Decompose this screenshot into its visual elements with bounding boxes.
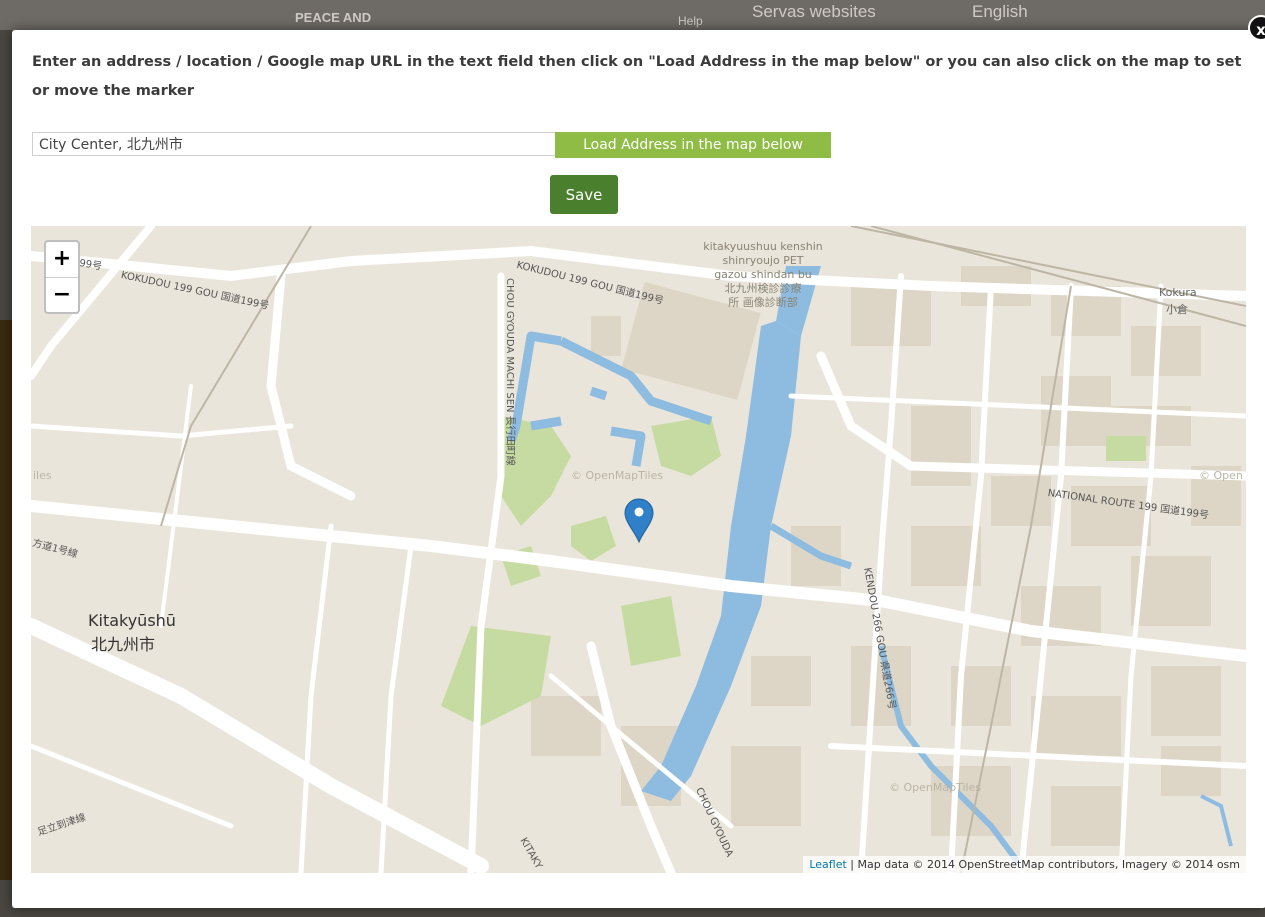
kokura-label-en: Kokura <box>1159 286 1197 299</box>
kokura-label-ja: 小倉 <box>1166 303 1188 316</box>
poi-line: shinryoujo PET <box>722 254 804 267</box>
address-input[interactable] <box>32 132 562 156</box>
watermark-label: © OpenMapTiles <box>889 781 982 794</box>
map-tiles <box>31 226 1246 873</box>
load-address-button[interactable]: Load Address in the map below <box>555 132 831 158</box>
zoom-control: + − <box>44 240 80 314</box>
background-header: PEACE AND Help Servas websites English <box>0 0 1265 30</box>
attribution-text: | Map data © 2014 OpenStreetMap contribu… <box>846 858 1240 871</box>
city-label-ja: 北九州市 <box>91 635 156 654</box>
map-view[interactable]: Kitakyūshū 北九州市 Kokura 小倉 kitakyuushuu k… <box>31 226 1246 873</box>
map-attribution: Leaflet | Map data © 2014 OpenStreetMap … <box>803 856 1246 873</box>
location-marker <box>624 498 654 544</box>
zoom-in-button[interactable]: + <box>46 242 78 278</box>
bg-header-item: English <box>972 2 1028 21</box>
poi-line: gazou shindan bu <box>714 268 812 281</box>
bg-header-item: PEACE AND <box>295 10 372 25</box>
poi-label: kitakyuushuu kenshin shinryoujo PET gazo… <box>693 240 833 310</box>
road-label: CHOU GYOUDA MACHI SEN 長行田町線 <box>504 278 515 466</box>
leaflet-link[interactable]: Leaflet <box>809 858 846 871</box>
close-icon[interactable]: x <box>1248 15 1265 41</box>
watermark-label: iles <box>33 469 52 482</box>
watermark-label: © Open <box>1199 469 1243 482</box>
poi-line: 所 画像診断部 <box>728 296 798 309</box>
city-label-en: Kitakyūshū <box>88 611 176 630</box>
address-dialog: Enter an address / location / Google map… <box>12 15 1265 908</box>
bg-header-item: Help <box>678 14 703 28</box>
background-strip <box>0 320 12 880</box>
zoom-out-button[interactable]: − <box>46 278 78 313</box>
watermark-label: © OpenMapTiles <box>571 469 664 482</box>
poi-line: 北九州検診診療 <box>724 282 802 295</box>
instructions-text: Enter an address / location / Google map… <box>32 54 1242 99</box>
bg-header-item: Servas websites <box>752 2 876 21</box>
save-button[interactable]: Save <box>550 175 618 214</box>
poi-line: kitakyuushuu kenshin <box>703 240 823 253</box>
